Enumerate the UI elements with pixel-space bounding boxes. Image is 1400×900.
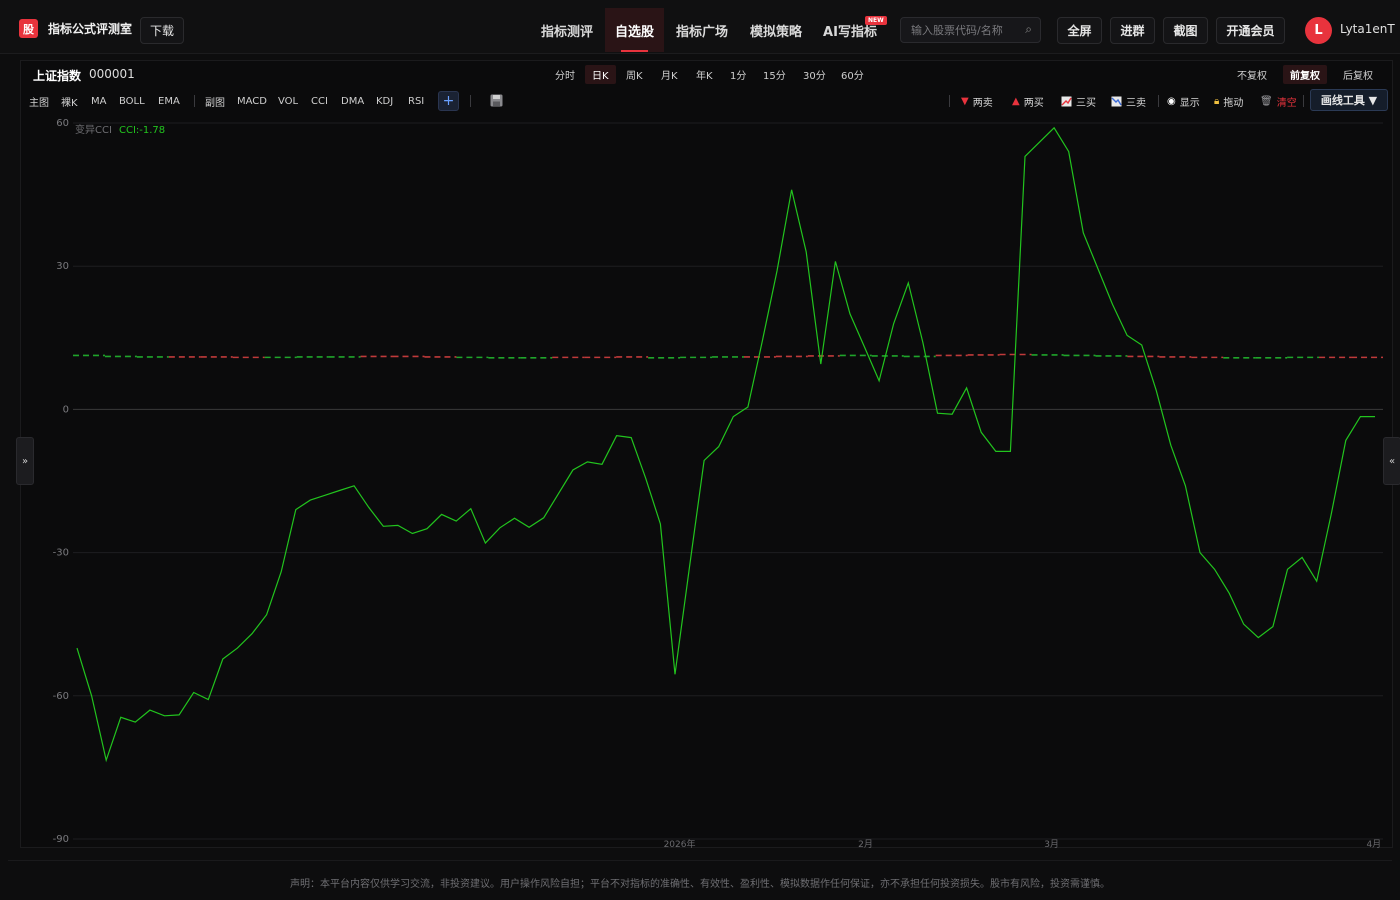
toolbar-divider [1303,95,1304,107]
trend-up-icon [1061,96,1072,106]
up-triangle-icon: ▲ [1012,95,1020,107]
down-triangle-icon: ▼ [961,95,969,107]
x-tick-label: 2月 [858,839,873,849]
tool-show[interactable]: ◉ 显示 [1167,92,1200,110]
indicator-cci[interactable]: CCI [311,92,328,110]
footer-divider [8,860,1392,861]
tool-drag-label: 拖动 [1223,97,1244,109]
toolbar-divider [470,95,471,107]
toolbar-divider [194,95,195,107]
period-daily[interactable]: 日K [585,65,616,84]
y-tick-label: -60 [53,691,69,702]
fullscreen-button[interactable]: 全屏 [1057,17,1102,44]
screenshot-button[interactable]: 截图 [1163,17,1208,44]
search-box[interactable]: ⌕ [900,17,1041,43]
toolbar-divider [949,95,950,107]
new-badge: NEW [865,16,887,25]
draw-tools-dropdown[interactable]: 画线工具 ▼ [1310,89,1388,111]
nav-watchlist[interactable]: 自选股 [605,8,664,52]
period-1min[interactable]: 1分 [723,65,753,84]
x-tick-label: 3月 [1044,839,1059,849]
indicator-dma[interactable]: DMA [341,92,364,110]
username[interactable]: Lyta1enT [1340,22,1395,36]
trend-down-icon [1111,96,1122,106]
adjust-none[interactable]: 不复权 [1230,65,1274,84]
tool-three-sell[interactable]: 三卖 [1111,92,1146,110]
nav-indicator-square[interactable]: 指标广场 [668,8,736,52]
indicator-vol[interactable]: VOL [278,92,298,110]
join-group-button[interactable]: 进群 [1110,17,1155,44]
nav-simulated-strategy[interactable]: 模拟策略 [742,8,810,52]
trash-icon: 🗑︎ [1260,95,1273,107]
indicator-ema[interactable]: EMA [158,92,180,110]
disclaimer: 声明：本平台内容仅供学习交流，非投资建议。用户操作风险自担；平台不对指标的准确性… [290,879,1110,890]
brand-logo-icon: 股 [19,19,38,38]
avatar[interactable]: L [1305,17,1332,44]
chart-title: 变异CCI [75,123,112,136]
search-input[interactable] [911,23,1016,38]
tool-show-label: 显示 [1179,97,1200,109]
y-tick-label: 30 [56,261,69,272]
cci-series [76,126,1375,763]
membership-button[interactable]: 开通会员 [1216,17,1285,44]
cci-chart[interactable]: 60 30 0 -30 -60 -90 2026年 2月 3月 4月 变异CCI CCI:-1.7… [21,113,1393,849]
y-tick-label: -90 [53,834,69,845]
stock-name: 上证指数 [33,69,82,83]
adjust-forward[interactable]: 前复权 [1283,65,1327,84]
add-indicator-button[interactable]: + [438,91,459,111]
eye-icon: ◉ [1167,95,1176,107]
nav-indicator-review[interactable]: 指标测评 [532,8,602,52]
tool-two-buy[interactable]: ▲ 两买 [1012,92,1044,110]
period-30min[interactable]: 30分 [796,65,833,84]
period-60min[interactable]: 60分 [834,65,871,84]
tool-two-sell-label: 两卖 [972,97,993,109]
x-tick-label: 4月 [1366,839,1381,849]
nav-ai-write-indicator[interactable]: AI写指标 [817,8,883,52]
tool-drag[interactable]: 🔒︎ 拖动 [1214,92,1243,110]
right-panel-toggle[interactable]: « [1383,437,1400,485]
indicator-bare-k[interactable]: 裸K [61,92,78,110]
grid-layer [73,122,1383,840]
period-monthly[interactable]: 月K [654,65,685,84]
indicator-main-chart[interactable]: 主图 [29,92,49,110]
chart-panel: 上证指数 000001 分时 日K 周K 月K 年K 1分 15分 30分 60… [16,60,1400,849]
app-name: 指标公式评测室 [48,22,133,36]
download-button[interactable]: 下载 [140,17,184,44]
indicator-boll[interactable]: BOLL [119,92,145,110]
indicator-ma[interactable]: MA [91,92,106,110]
tool-two-buy-label: 两买 [1023,97,1044,109]
lock-icon: 🔒︎ [1214,95,1220,107]
tool-three-buy-label: 三买 [1076,97,1096,109]
indicator-rsi[interactable]: RSI [408,92,424,110]
cci-line [76,126,1375,763]
chart-legend-value: CCI:-1.78 [119,125,165,136]
x-tick-label: 2026年 [664,838,696,849]
stock-code: 000001 [89,67,135,81]
y-tick-label: 0 [63,404,69,415]
period-15min[interactable]: 15分 [756,65,793,84]
search-icon[interactable]: ⌕ [1025,22,1032,37]
period-intraday[interactable]: 分时 [548,65,582,84]
indicator-sub-chart[interactable]: 副图 [205,92,225,110]
tool-two-sell[interactable]: ▼ 两卖 [961,92,993,110]
indicator-kdj[interactable]: KDJ [376,92,393,110]
indicator-macd[interactable]: MACD [237,92,267,110]
period-weekly[interactable]: 周K [619,65,650,84]
save-icon[interactable] [490,94,503,107]
axis-labels: 60 30 0 -30 -60 -90 2026年 2月 3月 4月 [53,118,1382,849]
period-yearly[interactable]: 年K [689,65,720,84]
y-tick-label: -30 [53,548,69,559]
tool-clear[interactable]: 🗑︎ 清空 [1260,92,1297,110]
adjust-backward[interactable]: 后复权 [1336,65,1380,84]
reference-lines [73,353,1383,359]
toolbar-divider [1158,95,1159,107]
tool-clear-label: 清空 [1276,97,1297,109]
left-panel-toggle[interactable]: » [16,437,34,485]
y-tick-label: 60 [56,118,69,129]
brand[interactable]: 股 指标公式评测室 [19,19,132,38]
tool-three-sell-label: 三卖 [1126,97,1146,109]
top-navigation-bar: 股 指标公式评测室 下载 指标测评 自选股 指标广场 模拟策略 AI写指标 NE… [0,0,1400,54]
tool-three-buy[interactable]: 三买 [1061,92,1096,110]
